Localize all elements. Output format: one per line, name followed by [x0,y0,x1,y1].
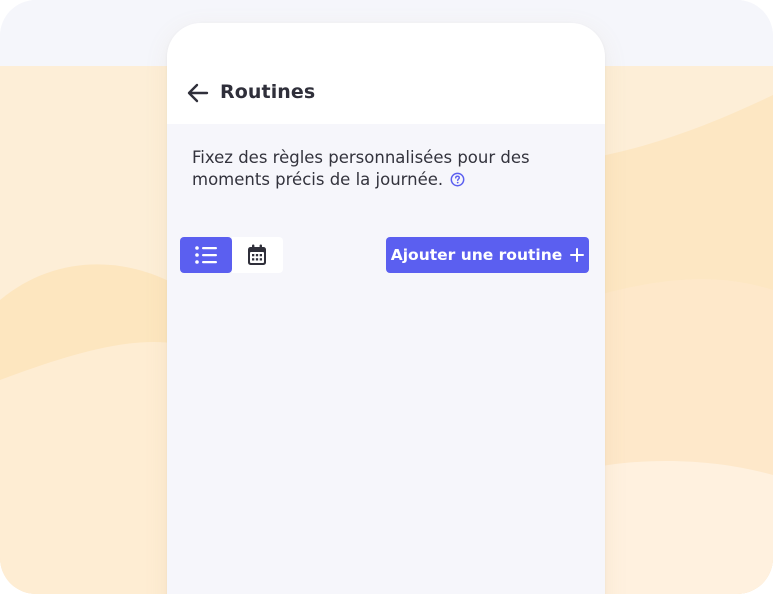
arrow-left-icon [187,83,209,103]
add-routine-button[interactable]: Ajouter une routine [386,237,589,273]
page-title: Routines [220,81,316,103]
description-text: Fixez des règles personnalisées pour des… [192,148,530,189]
calendar-icon [248,244,267,265]
list-view-button[interactable] [180,237,232,273]
description-text-block: Fixez des règles personnalisées pour des… [192,147,582,193]
help-button[interactable] [450,171,465,193]
app-header: Routines [167,23,605,124]
plus-icon [570,248,585,262]
app-canvas: Routines Fixez des règles personnalisées… [0,0,773,594]
view-mode-toggle [180,237,283,273]
back-button[interactable] [183,78,213,108]
phone-screen: Routines Fixez des règles personnalisées… [167,23,605,594]
list-icon [194,246,217,264]
calendar-view-button[interactable] [231,237,283,273]
question-circle-icon [450,172,465,187]
add-routine-label: Ajouter une routine [390,246,563,264]
